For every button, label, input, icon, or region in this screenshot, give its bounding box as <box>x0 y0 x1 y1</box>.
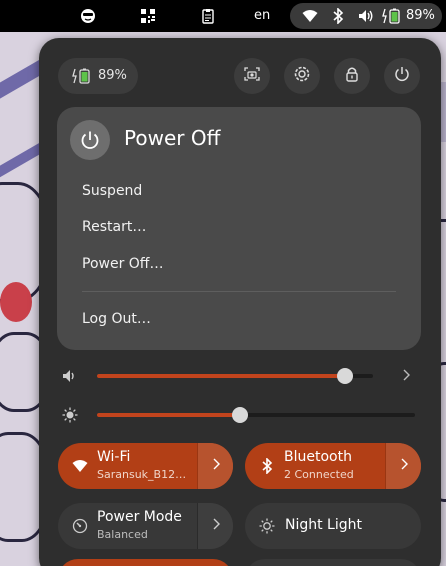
partial-tile-left[interactable] <box>58 559 233 566</box>
power-icon <box>394 66 410 86</box>
bluetooth-status: 2 Connected <box>284 468 354 481</box>
lock-icon <box>345 66 359 86</box>
wifi-icon <box>300 6 320 26</box>
wifi-network-name: Saransuk_B12… <box>97 468 187 481</box>
wifi-menu-button[interactable] <box>197 443 233 489</box>
volume-slider-fill <box>97 374 346 378</box>
chevron-right-icon <box>211 456 221 476</box>
qr-code-icon[interactable] <box>138 6 158 26</box>
wifi-title: Wi-Fi <box>97 449 131 465</box>
battery-charging-icon <box>72 68 92 88</box>
menu-item-log-out[interactable]: Log Out… <box>82 311 151 327</box>
bluetooth-menu-button[interactable] <box>385 443 421 489</box>
brightness-icon <box>62 407 78 427</box>
night-light-title: Night Light <box>285 517 362 533</box>
brightness-slider-handle[interactable] <box>232 407 249 423</box>
battery-charging-icon <box>382 6 402 26</box>
screenshot-icon <box>244 66 260 86</box>
battery-label: 89% <box>98 68 127 83</box>
chevron-right-icon <box>211 516 221 536</box>
power-mode-menu-button[interactable] <box>197 503 233 549</box>
face-sunglasses-icon[interactable] <box>78 6 98 26</box>
bluetooth-icon <box>328 6 348 26</box>
power-menu-title: Power Off <box>124 126 221 150</box>
power-mode-icon <box>70 516 90 536</box>
wifi-icon <box>70 456 90 476</box>
partial-tile-right[interactable] <box>245 559 421 566</box>
volume-icon[interactable] <box>62 368 78 387</box>
keyboard-language-indicator[interactable]: en <box>254 8 270 23</box>
power-mode-toggle[interactable]: Power Mode Balanced <box>58 503 233 549</box>
menu-item-suspend[interactable]: Suspend <box>82 183 142 199</box>
battery-percentage: 89% <box>406 8 435 23</box>
clipboard-icon[interactable] <box>198 6 218 26</box>
top-bar: en 89% <box>0 0 446 32</box>
battery-status-button[interactable]: 89% <box>58 58 138 94</box>
chevron-right-icon[interactable] <box>400 367 412 387</box>
menu-item-power-off[interactable]: Power Off… <box>82 256 163 272</box>
menu-separator <box>82 291 396 292</box>
power-menu-icon <box>70 120 110 160</box>
menu-item-restart[interactable]: Restart… <box>82 219 146 235</box>
screenshot-button[interactable] <box>234 58 270 94</box>
bluetooth-title: Bluetooth <box>284 449 352 465</box>
bluetooth-icon <box>257 456 277 476</box>
wifi-toggle[interactable]: Wi-Fi Saransuk_B12… <box>58 443 233 489</box>
night-light-icon <box>257 516 277 536</box>
chevron-right-icon <box>399 456 409 476</box>
settings-icon <box>293 65 311 87</box>
power-mode-value: Balanced <box>97 528 148 541</box>
brightness-slider-fill <box>97 413 241 417</box>
night-light-toggle[interactable]: Night Light <box>245 503 421 549</box>
bluetooth-toggle[interactable]: Bluetooth 2 Connected <box>245 443 421 489</box>
lock-screen-button[interactable] <box>334 58 370 94</box>
power-button[interactable] <box>384 58 420 94</box>
volume-icon <box>356 6 376 26</box>
settings-button[interactable] <box>284 58 320 94</box>
power-mode-title: Power Mode <box>97 509 182 525</box>
